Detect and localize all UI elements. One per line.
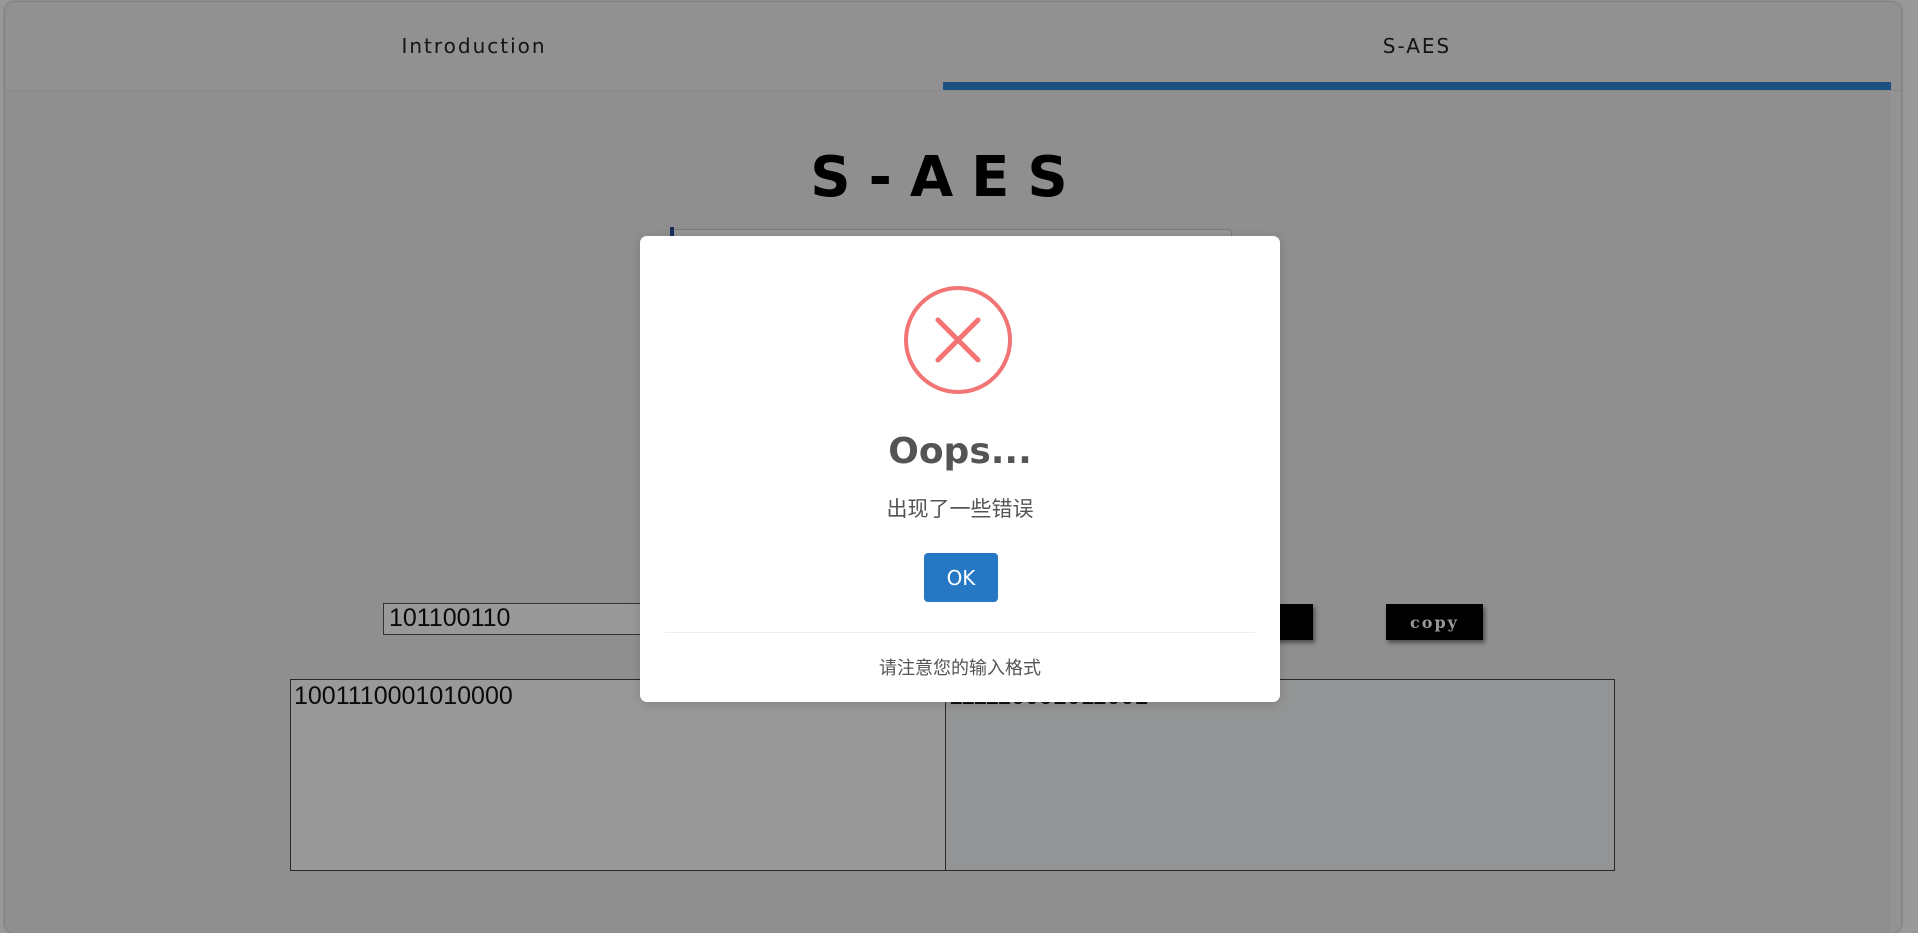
error-x-icon [904,286,1012,394]
error-dialog: Oops... 出现了一些错误 OK 请注意您的输入格式 [640,236,1280,702]
dialog-message: 出现了一些错误 [886,497,1034,521]
dialog-divider [665,632,1255,633]
ok-button[interactable]: OK [924,553,998,602]
dialog-footer: 请注意您的输入格式 [879,658,1041,679]
dialog-title: Oops... [888,431,1032,472]
